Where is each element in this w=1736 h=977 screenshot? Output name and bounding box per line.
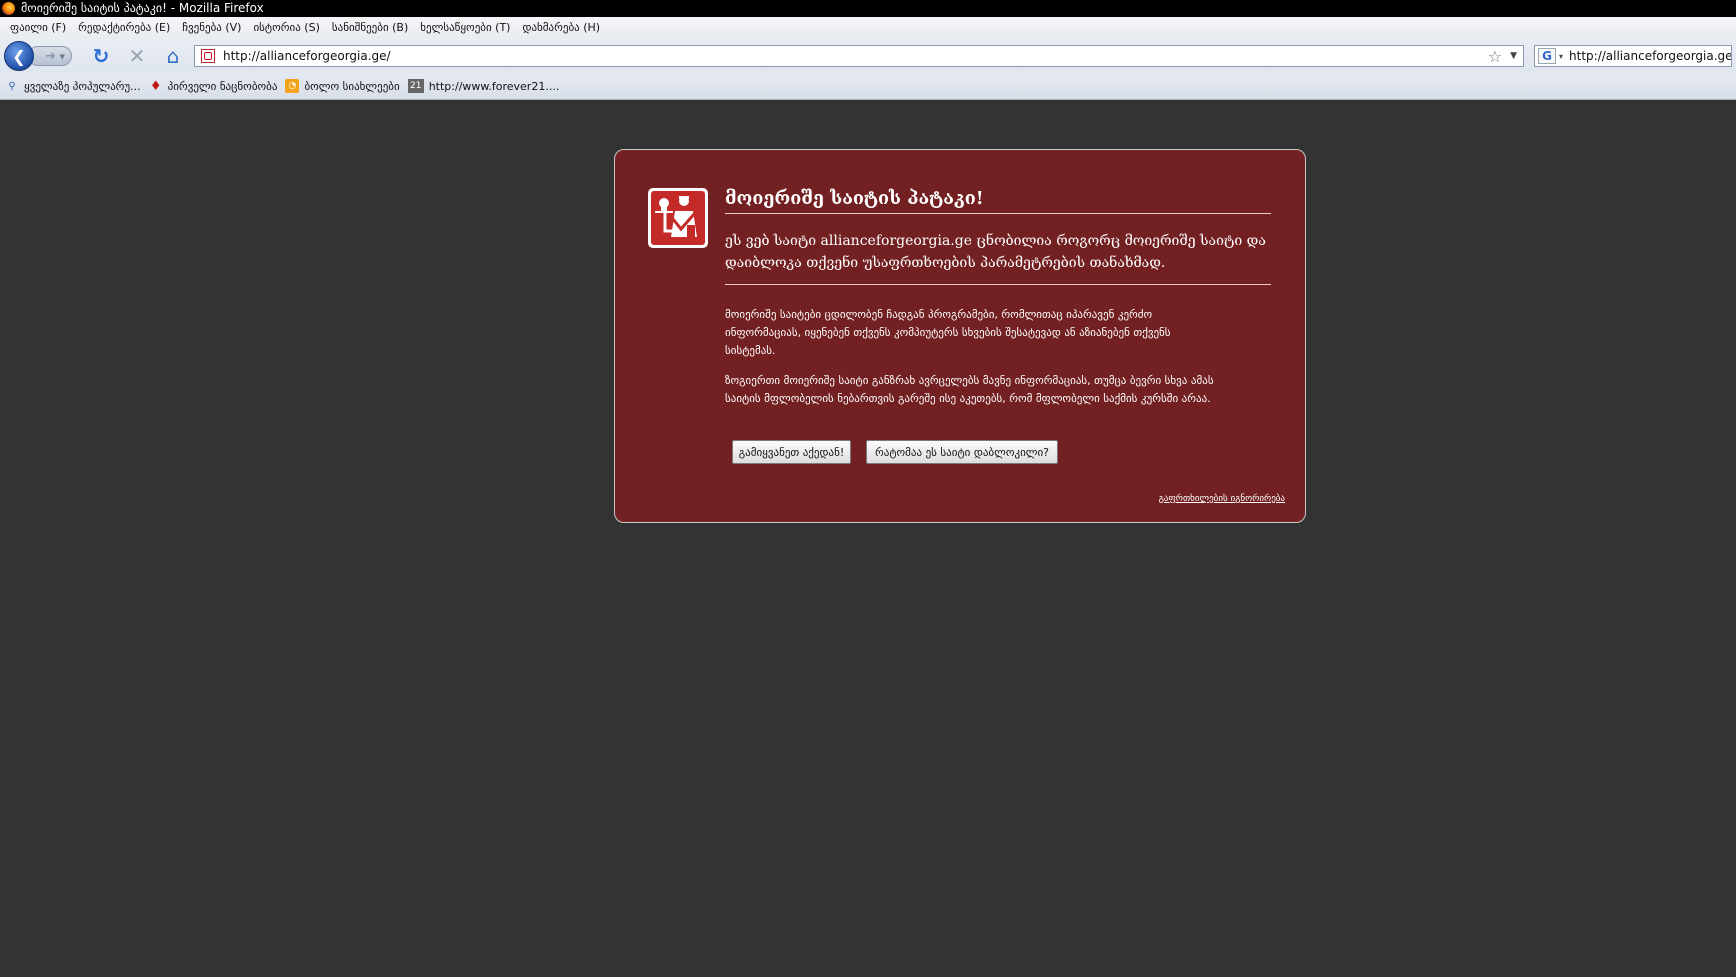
search-icon: ⚲: [8, 80, 16, 92]
warning-title: მოიერიშე საიტის პატაკი!: [725, 188, 1271, 214]
menu-history[interactable]: ისტორია (S): [247, 17, 325, 39]
window-title-bar: მოიერიშე საიტის პატაკი! - Mozilla Firefo…: [0, 0, 1736, 17]
stop-icon: ✕: [128, 44, 146, 68]
menu-file[interactable]: ფაილი (F): [4, 17, 72, 39]
url-dropdown-icon[interactable]: ▼: [1510, 51, 1517, 61]
back-forward-group: ➜ ▾ ❮: [4, 41, 80, 71]
menu-edit[interactable]: რედაქტირება (E): [72, 17, 176, 39]
bookmark-label: http://www.forever21....: [428, 79, 560, 93]
policeman-icon: [655, 196, 697, 237]
menu-help[interactable]: დახმარება (H): [516, 17, 606, 39]
back-arrow-icon: ❮: [12, 46, 26, 66]
site-favicon-icon: [201, 49, 215, 63]
navigation-toolbar: ➜ ▾ ❮ ↻ ✕ ⌂ http://allianceforgeorgia.ge…: [0, 39, 1736, 73]
search-input[interactable]: http://allianceforgeorgia.ge/: [1569, 49, 1731, 63]
warning-description: ეს ვებ საიტი allianceforgeorgia.ge ცნობი…: [725, 230, 1271, 285]
forward-arrow-icon: ➜: [45, 49, 56, 64]
menu-bar: ფაილი (F) რედაქტირება (E) ჩვენება (V) ის…: [0, 17, 1736, 39]
reload-button[interactable]: ↻: [86, 41, 116, 71]
url-input[interactable]: http://allianceforgeorgia.ge/: [223, 49, 1488, 63]
rss-icon: ◔: [285, 79, 300, 93]
bookmark-label: ყველაზე პოპულარუ...: [24, 79, 141, 93]
menu-bookmarks[interactable]: სანიშნეები (B): [326, 17, 414, 39]
blocked-site-icon: [648, 188, 708, 248]
search-bar[interactable]: G ▾ http://allianceforgeorgia.ge/: [1534, 45, 1732, 67]
forward-button[interactable]: ➜ ▾: [28, 46, 72, 66]
window-title: მოიერიშე საიტის პატაკი! - Mozilla Firefo…: [21, 1, 264, 15]
firefox-logo-icon: [2, 2, 15, 15]
attack-site-warning-panel: მოიერიშე საიტის პატაკი! ეს ვებ საიტი all…: [614, 149, 1306, 523]
history-dropdown-icon[interactable]: ▾: [59, 50, 65, 63]
bookmark-star-icon[interactable]: ☆: [1488, 47, 1502, 66]
google-search-engine-icon[interactable]: G: [1538, 48, 1556, 64]
url-bar[interactable]: http://allianceforgeorgia.ge/ ☆ ▼: [194, 45, 1524, 67]
menu-view[interactable]: ჩვენება (V): [176, 17, 247, 39]
red-bird-icon: ♦: [149, 78, 162, 94]
21-icon: 21: [407, 79, 424, 93]
warning-paragraph-1: მოიერიშე საიტები ცდილობენ ჩადგან პროგრამ…: [725, 308, 1171, 357]
stop-button[interactable]: ✕: [122, 41, 152, 71]
warning-paragraph-2: ზოგიერთი მოიერიშე საიტი განზრახ ავრცელებ…: [725, 374, 1214, 405]
why-blocked-button[interactable]: რატომაა ეს საიტი დაბლოკილი?: [866, 440, 1058, 464]
home-button[interactable]: ⌂: [158, 41, 188, 71]
get-me-out-button[interactable]: გამიყვანეთ აქედან!: [732, 440, 851, 464]
back-button[interactable]: ❮: [4, 41, 34, 71]
bookmark-getting-started[interactable]: ♦ პირველი ნაცნობობა: [149, 78, 278, 94]
search-engine-dropdown-icon[interactable]: ▾: [1559, 52, 1563, 61]
bookmark-most-visited[interactable]: ⚲ ყველაზე პოპულარუ...: [5, 79, 141, 93]
bookmark-label: ბოლო სიახლეები: [304, 79, 400, 93]
bookmark-forever21[interactable]: 21 http://www.forever21....: [407, 79, 560, 93]
ignore-warning-link[interactable]: გაფრთხილების იგნორირება: [1159, 494, 1285, 504]
bookmark-label: პირველი ნაცნობობა: [167, 79, 278, 93]
reload-icon: ↻: [92, 44, 110, 68]
home-icon: ⌂: [166, 44, 180, 68]
menu-tools[interactable]: ხელსაწყოები (T): [414, 17, 516, 39]
bookmarks-toolbar: ⚲ ყველაზე პოპულარუ... ♦ პირველი ნაცნობობ…: [0, 73, 1736, 100]
bookmark-latest-headlines[interactable]: ◔ ბოლო სიახლეები: [285, 79, 400, 93]
